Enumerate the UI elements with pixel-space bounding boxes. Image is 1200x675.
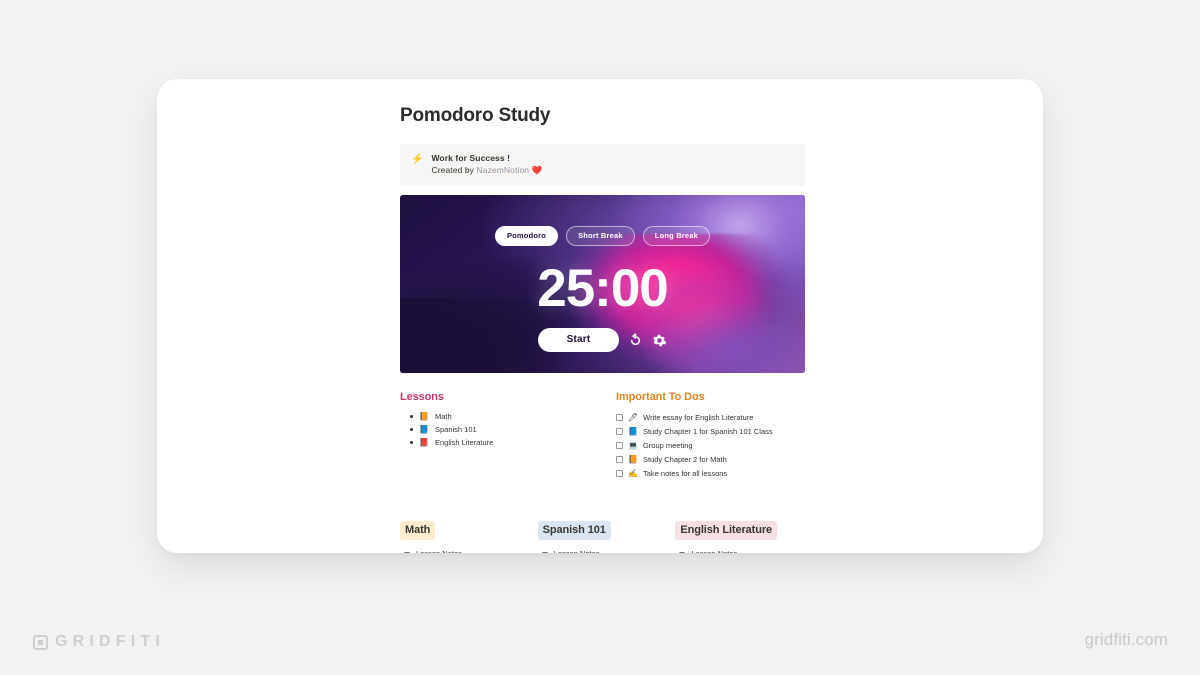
todo-checkbox[interactable] <box>616 441 623 449</box>
lesson-notes-label: Lesson Notes <box>416 549 462 553</box>
writing-hand-emoji-icon: ✍️ <box>628 468 638 478</box>
page-title: Pomodoro Study <box>400 105 551 126</box>
todo-item[interactable]: 💻 Group meeting <box>616 438 805 452</box>
todo-label: Group meeting <box>642 440 693 450</box>
lesson-column-english: English Literature Lesson Notes <box>675 520 812 553</box>
red-book-emoji-icon: 📕 <box>419 438 429 447</box>
lesson-column-math: Math Lesson Notes <box>400 520 537 553</box>
bullet-icon <box>410 441 413 444</box>
page-content: Pomodoro Study ⚡ Work for Success ! Crea… <box>400 105 805 480</box>
chevron-down-icon[interactable] <box>404 551 410 553</box>
laptop-emoji-icon: 💻 <box>628 440 638 450</box>
lesson-notes-toggle[interactable]: Lesson Notes <box>538 549 675 553</box>
todo-checkbox[interactable] <box>616 455 623 463</box>
lightning-bolt-emoji-icon: ⚡ <box>411 154 424 165</box>
chevron-down-icon[interactable] <box>541 551 548 553</box>
timer-display: 25:00 <box>537 259 669 318</box>
lesson-notes-label: Lesson Notes <box>554 549 600 553</box>
heart-emoji-icon: ❤️ <box>529 165 543 175</box>
todo-item[interactable]: 📙 Study Chapter 2 for Math <box>616 452 805 466</box>
list-item[interactable]: 📕 English Literature <box>400 436 616 449</box>
lessons-heading: Lessons <box>400 391 444 403</box>
orange-book-emoji-icon: 📙 <box>628 454 638 464</box>
lesson-label: Spanish 101 <box>434 425 477 434</box>
gear-icon[interactable] <box>652 333 667 348</box>
lesson-column-title: Spanish 101 <box>537 521 611 540</box>
todo-label: Study Chapter 2 for Math <box>642 454 727 464</box>
lesson-notes-columns: Math Lesson Notes Spanish 101 Lesson Not… <box>400 520 812 553</box>
lessons-column: Lessons 📙 Math 📘 Spanish 101 📕 English L… <box>400 391 616 480</box>
todo-checkbox[interactable] <box>616 469 623 477</box>
todo-item[interactable]: 📘 Study Chapter 1 for Spanish 101 Class <box>616 424 805 438</box>
lesson-column-spanish: Spanish 101 Lesson Notes <box>537 520 675 553</box>
todo-item[interactable]: 🖊 Write essay for English Literature <box>616 410 805 424</box>
lesson-column-title: Math <box>400 521 436 540</box>
orange-book-emoji-icon: 📙 <box>419 412 429 421</box>
todo-label: Write essay for English Literature <box>643 412 754 422</box>
todo-checkbox[interactable] <box>616 427 623 435</box>
lesson-notes-label: Lesson Notes <box>691 549 737 553</box>
gridfiti-logo-icon <box>33 634 48 650</box>
list-item[interactable]: 📘 Spanish 101 <box>400 423 616 436</box>
callout-text: Work for Success ! Created by NazemNotio… <box>431 153 542 176</box>
callout-block: ⚡ Work for Success ! Created by NazemNot… <box>400 144 805 186</box>
pomodoro-timer-embed[interactable]: Pomodoro Short Break Long Break 25:00 St… <box>400 195 805 373</box>
lesson-column-title: English Literature <box>675 521 778 540</box>
tab-short-break[interactable]: Short Break <box>566 226 635 246</box>
chevron-down-icon[interactable] <box>679 551 686 553</box>
todo-checkbox[interactable] <box>616 413 623 421</box>
pen-emoji-icon: 🖊 <box>628 412 639 422</box>
gridfiti-watermark: GRIDFITI <box>33 633 165 651</box>
lesson-label: Math <box>434 412 452 421</box>
bullet-icon <box>410 428 413 431</box>
todo-label: Study Chapter 1 for Spanish 101 Class <box>642 426 773 436</box>
blue-book-emoji-icon: 📘 <box>628 426 638 436</box>
callout-author-mention[interactable]: NazemNotion <box>477 165 530 175</box>
todo-item[interactable]: ✍️ Take notes for all lessons <box>616 466 805 480</box>
callout-line-2: Created by NazemNotion ❤️ <box>431 165 542 176</box>
tab-long-break[interactable]: Long Break <box>642 226 711 246</box>
gridfiti-wordmark: GRIDFITI <box>55 633 166 650</box>
lesson-notes-toggle[interactable]: Lesson Notes <box>400 549 537 553</box>
tab-pomodoro[interactable]: Pomodoro <box>494 226 559 246</box>
todo-label: Take notes for all lessons <box>642 468 728 478</box>
callout-created-by: Created by <box>431 165 477 175</box>
lesson-label: English Literature <box>434 438 494 447</box>
start-button[interactable]: Start <box>537 328 620 352</box>
list-item[interactable]: 📙 Math <box>400 410 616 423</box>
callout-line-1: Work for Success ! <box>431 153 511 163</box>
timer-controls: Start <box>400 328 805 352</box>
todos-column: Important To Dos 🖊 Write essay for Engli… <box>616 391 805 480</box>
bullet-icon <box>410 415 413 418</box>
notion-page-card: Pomodoro Study ⚡ Work for Success ! Crea… <box>157 79 1043 553</box>
gridfiti-site-watermark: gridfiti.com <box>1084 630 1168 649</box>
lesson-notes-toggle[interactable]: Lesson Notes <box>675 549 812 553</box>
lists-section: Lessons 📙 Math 📘 Spanish 101 📕 English L… <box>400 391 805 480</box>
todos-heading: Important To Dos <box>616 391 705 403</box>
blue-book-emoji-icon: 📘 <box>419 425 429 434</box>
timer-mode-tabs: Pomodoro Short Break Long Break <box>400 226 805 246</box>
reset-icon[interactable] <box>628 332 643 348</box>
